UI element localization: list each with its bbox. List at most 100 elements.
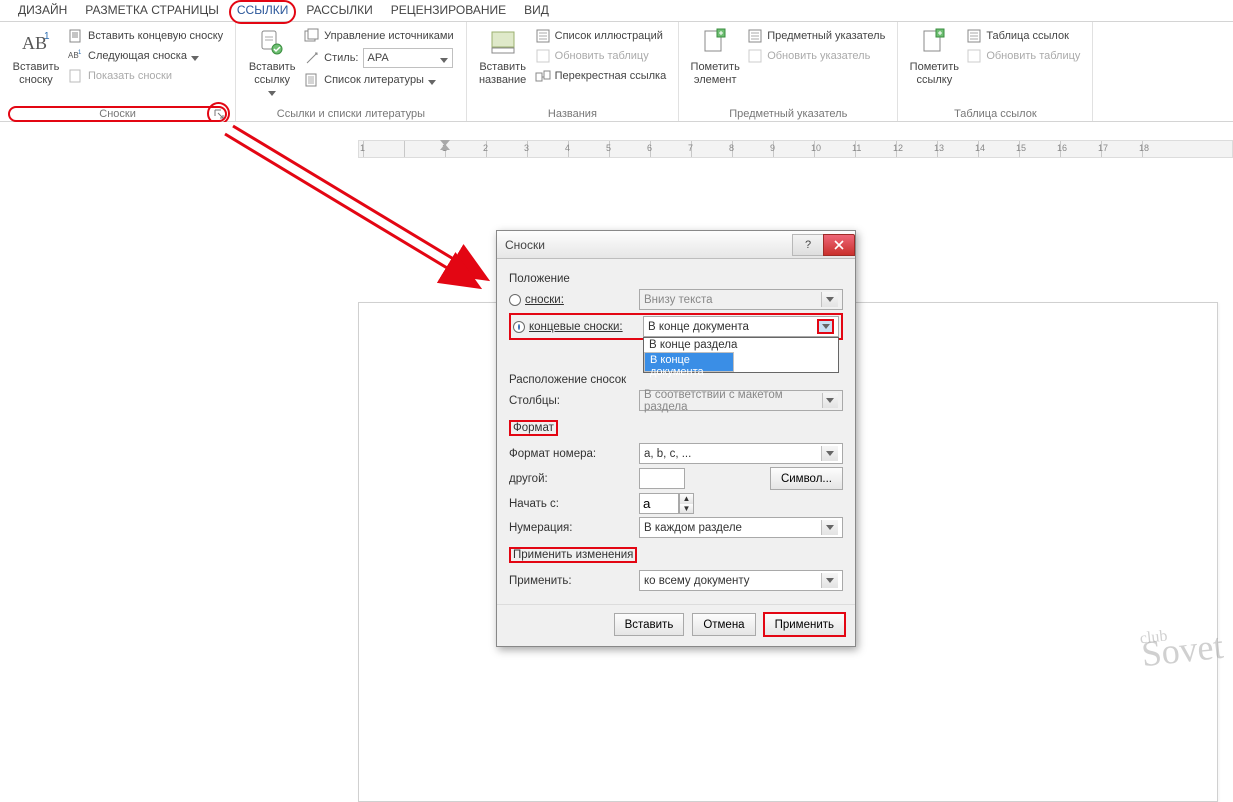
section-format-label: Формат — [509, 420, 558, 436]
insert-citation-button[interactable]: Вставить ссылку — [244, 25, 300, 96]
citation-style-select[interactable]: APA — [363, 48, 453, 68]
footnotes-radio-row[interactable]: сноски: — [509, 294, 639, 306]
tab-review[interactable]: РЕЦЕНЗИРОВАНИЕ — [391, 3, 506, 21]
horizontal-ruler[interactable]: 1123456789101112131415161718 — [358, 140, 1233, 158]
next-footnote-button[interactable]: AB1 Следующая сноска — [66, 47, 225, 65]
crossref-icon — [535, 68, 551, 84]
figures-list-button[interactable]: Список иллюстраций — [533, 27, 669, 45]
columns-label: Столбцы: — [509, 395, 560, 407]
numbering-select[interactable]: В каждом разделе — [639, 517, 843, 538]
apply-button[interactable]: Применить — [764, 613, 845, 636]
chevron-down-icon — [817, 319, 834, 334]
endnote-icon — [68, 28, 84, 44]
applyto-label: Применить: — [509, 575, 572, 587]
update-icon — [966, 48, 982, 64]
update-index-button[interactable]: Обновить указатель — [745, 47, 887, 65]
section-position-label: Положение — [509, 273, 843, 285]
insert-index-button[interactable]: Предметный указатель — [745, 27, 887, 45]
number-format-select[interactable]: a, b, c, ... — [639, 443, 843, 464]
style-icon — [304, 50, 320, 66]
bibliography-icon — [304, 72, 320, 88]
indent-marker-icon[interactable] — [440, 140, 450, 150]
svg-text:1: 1 — [78, 50, 82, 56]
mark-entry-label: Пометить элемент — [691, 61, 740, 86]
insert-caption-button[interactable]: Вставить название — [475, 25, 531, 88]
chevron-down-icon — [822, 393, 838, 408]
svg-text:1: 1 — [44, 31, 50, 42]
chevron-down-icon — [191, 53, 199, 59]
chevron-down-icon — [821, 573, 838, 588]
chevron-down-icon — [821, 446, 838, 461]
cancel-button[interactable]: Отмена — [692, 613, 755, 636]
columns-select[interactable]: В соответствии с макетом раздела — [639, 390, 843, 411]
mark-entry-button[interactable]: Пометить элемент — [687, 25, 743, 88]
citation-icon — [256, 27, 288, 59]
chevron-down-icon — [268, 88, 276, 94]
group-index: Пометить элемент Предметный указатель Об… — [679, 22, 898, 121]
dialog-title: Сноски — [505, 238, 545, 252]
insert-citation-label: Вставить ссылку — [249, 61, 296, 86]
endnotes-position-select[interactable]: В конце документа — [643, 316, 839, 337]
insert-caption-label: Вставить название — [479, 61, 526, 86]
bibliography-button[interactable]: Список литературы — [302, 71, 455, 89]
group-index-title: Предметный указатель — [687, 108, 889, 120]
dropdown-option[interactable]: В конце документа — [644, 352, 734, 372]
applyto-select[interactable]: ко всему документу — [639, 570, 843, 591]
citation-style-row: Стиль: APA — [302, 47, 455, 69]
footnotes-position-select[interactable]: Внизу текста — [639, 289, 843, 310]
group-citations-title: Ссылки и списки литературы — [244, 108, 457, 120]
manage-sources-button[interactable]: Управление источниками — [302, 27, 455, 45]
footnotes-dialog: Сноски ? Положение сноски: Внизу текста — [496, 230, 856, 647]
tab-view[interactable]: ВИД — [524, 3, 549, 21]
chevron-down-icon — [821, 292, 838, 307]
mark-entry-icon — [699, 27, 731, 59]
mark-citation-icon — [918, 27, 950, 59]
numbering-label: Нумерация: — [509, 522, 572, 534]
footnotes-dialog-launcher[interactable] — [212, 107, 225, 120]
chevron-down-icon — [428, 77, 436, 83]
tab-references[interactable]: ССЫЛКИ — [237, 3, 288, 21]
custom-mark-input[interactable] — [639, 468, 685, 489]
start-at-input[interactable] — [639, 493, 679, 514]
manage-sources-icon — [304, 28, 320, 44]
tab-design[interactable]: ДИЗАЙН — [18, 3, 67, 21]
dialog-titlebar[interactable]: Сноски ? — [497, 231, 855, 259]
index-icon — [747, 28, 763, 44]
chevron-down-icon — [440, 55, 448, 61]
close-button[interactable] — [823, 234, 855, 256]
insert-endnote-button[interactable]: Вставить концевую сноску — [66, 27, 225, 45]
mark-citation-button[interactable]: Пометить ссылку — [906, 25, 962, 88]
insert-toa-button[interactable]: Таблица ссылок — [964, 27, 1082, 45]
update-icon — [535, 48, 551, 64]
group-toa-title: Таблица ссылок — [906, 108, 1084, 120]
tab-pagelayout[interactable]: РАЗМЕТКА СТРАНИЦЫ — [85, 3, 219, 21]
dropdown-option[interactable]: В конце раздела — [644, 338, 838, 352]
next-footnote-icon: AB1 — [68, 48, 84, 64]
help-button[interactable]: ? — [792, 234, 824, 256]
footnote-icon: AB 1 — [20, 27, 52, 59]
section-apply-label: Применить изменения — [509, 547, 637, 563]
endnotes-radio-row[interactable]: концевые сноски: — [513, 321, 643, 333]
update-toa-button[interactable]: Обновить таблицу — [964, 47, 1082, 65]
start-at-label: Начать с: — [509, 498, 559, 510]
group-captions: Вставить название Список иллюстраций Обн… — [467, 22, 680, 121]
show-footnotes-button[interactable]: Показать сноски — [66, 67, 225, 85]
caption-icon — [487, 27, 519, 59]
highlight-oval — [229, 0, 296, 24]
insert-button[interactable]: Вставить — [614, 613, 685, 636]
radio-checked-icon — [513, 321, 525, 333]
show-notes-icon — [68, 68, 84, 84]
watermark: club Sovet — [1139, 625, 1224, 669]
update-figtable-button[interactable]: Обновить таблицу — [533, 47, 669, 65]
group-footnotes: AB 1 Вставить сноску Вставить концевую с… — [0, 22, 236, 121]
tab-mailings[interactable]: РАССЫЛКИ — [306, 3, 372, 21]
other-label: другой: — [509, 473, 548, 485]
insert-footnote-button[interactable]: AB 1 Вставить сноску — [8, 25, 64, 88]
start-at-stepper[interactable]: ▲ ▼ — [679, 493, 694, 514]
symbol-button[interactable]: Символ... — [770, 467, 843, 490]
group-captions-title: Названия — [475, 108, 671, 120]
crossref-button[interactable]: Перекрестная ссылка — [533, 67, 669, 85]
chevron-up-icon[interactable]: ▲ — [680, 494, 693, 504]
chevron-down-icon[interactable]: ▼ — [680, 504, 693, 514]
chevron-down-icon — [821, 520, 838, 535]
